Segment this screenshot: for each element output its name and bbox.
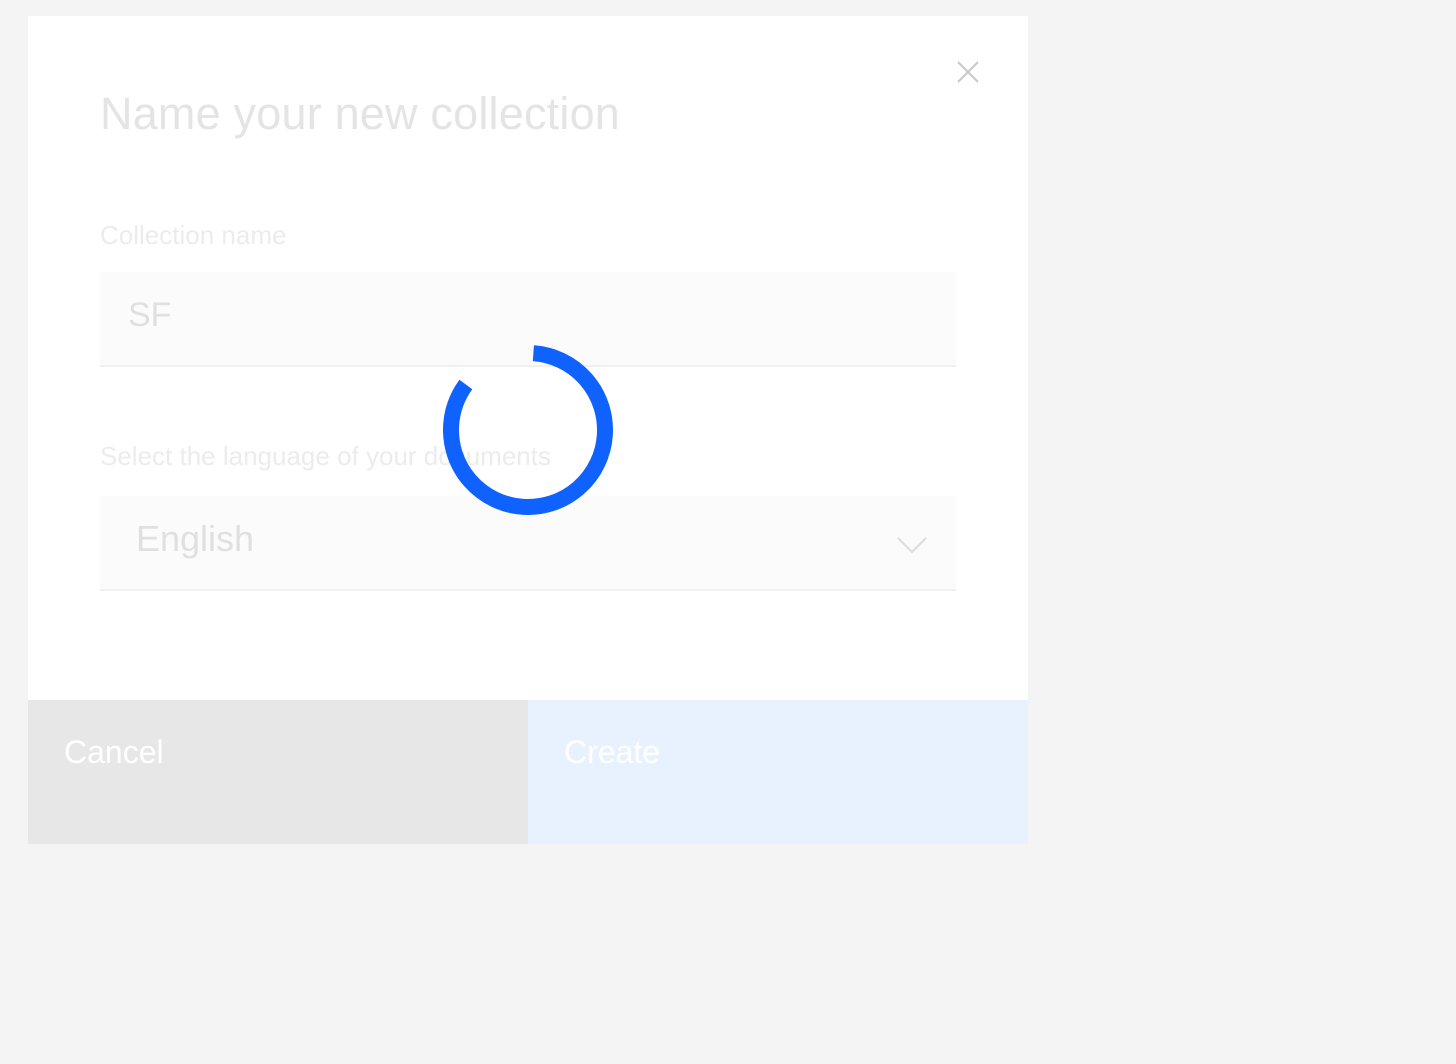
modal-title: Name your new collection <box>100 88 621 139</box>
close-button[interactable] <box>948 52 988 92</box>
cancel-button-label: Cancel <box>64 734 164 770</box>
page: Name your new collection Collection name… <box>0 0 1456 1064</box>
loading-spinner-icon <box>443 345 613 515</box>
collection-name-label: Collection name <box>100 220 287 250</box>
chevron-down-icon <box>897 537 927 554</box>
create-button-label: Create <box>564 734 661 770</box>
close-icon <box>957 61 979 83</box>
create-button[interactable]: Create <box>528 700 1028 844</box>
collection-name-value: SF <box>128 296 172 334</box>
modal-footer: Cancel Create <box>28 700 1028 844</box>
language-select-value: English <box>136 518 255 559</box>
cancel-button[interactable]: Cancel <box>28 700 528 844</box>
